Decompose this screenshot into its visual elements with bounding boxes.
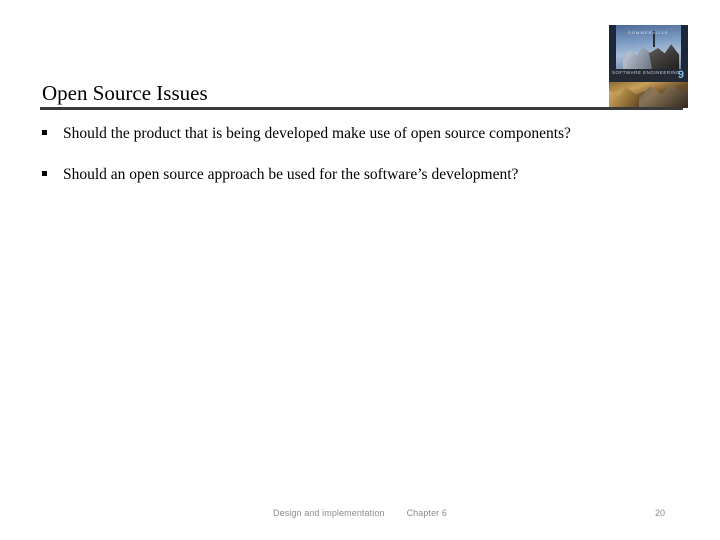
bullet-item: Should the product that is being develop…: [40, 122, 612, 145]
footer-chapter: Chapter 6: [406, 508, 447, 518]
footer: Design and implementation Chapter 6: [0, 508, 720, 518]
bullet-item: Should an open source approach be used f…: [40, 163, 612, 186]
cover-title-text: SOFTWARE ENGINEERING: [612, 70, 681, 75]
book-cover-image: SOMMERVILLE SOFTWARE ENGINEERING 9: [609, 25, 688, 108]
slide-body: Should the product that is being develop…: [40, 122, 612, 204]
cover-lower-shape-brown: [639, 84, 688, 108]
slide: SOMMERVILLE SOFTWARE ENGINEERING 9 Open …: [0, 0, 720, 540]
footer-topic: Design and implementation: [272, 508, 385, 518]
title-underline-rule: [40, 107, 683, 110]
slide-title: Open Source Issues: [42, 81, 208, 105]
square-bullet-icon: [42, 171, 47, 176]
cover-edition-number: 9: [677, 69, 684, 81]
cover-author-text: SOMMERVILLE: [628, 30, 669, 35]
cover-lower-photo: [609, 82, 688, 108]
slide-page-number: 20: [655, 508, 666, 518]
bullet-text: Should an open source approach be used f…: [63, 166, 519, 183]
bullet-text: Should the product that is being develop…: [63, 125, 571, 142]
square-bullet-icon: [42, 130, 47, 135]
